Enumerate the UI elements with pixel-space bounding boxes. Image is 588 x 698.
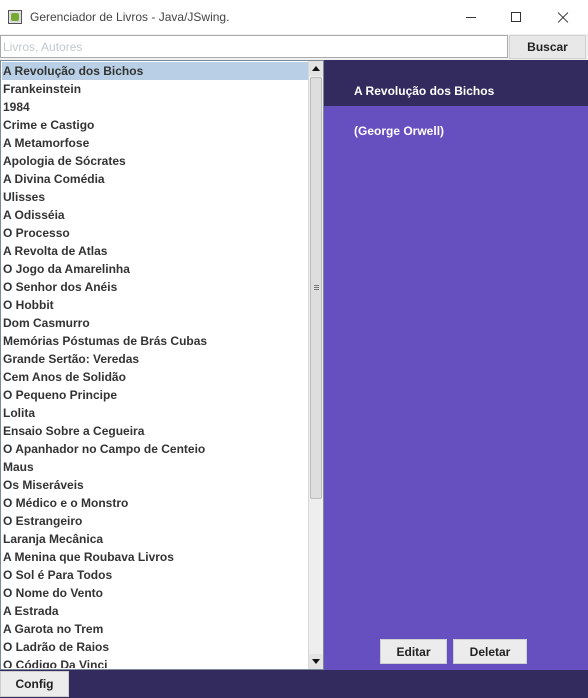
- list-item[interactable]: Apologia de Sócrates: [2, 152, 308, 170]
- list-item[interactable]: Os Miseráveis: [2, 476, 308, 494]
- list-item[interactable]: O Apanhador no Campo de Centeio: [2, 440, 308, 458]
- list-item[interactable]: A Metamorfose: [2, 134, 308, 152]
- config-button[interactable]: Config: [0, 671, 69, 697]
- list-item[interactable]: Grande Sertão: Veredas: [2, 350, 308, 368]
- book-title: A Revolução dos Bichos: [354, 84, 495, 98]
- search-input[interactable]: [0, 35, 508, 58]
- minimize-icon[interactable]: [448, 0, 494, 34]
- vertical-scrollbar[interactable]: [308, 61, 323, 669]
- window-title: Gerenciador de Livros - Java/JSwing.: [30, 10, 230, 24]
- list-item[interactable]: O Jogo da Amarelinha: [2, 260, 308, 278]
- list-item[interactable]: O Nome do Vento: [2, 584, 308, 602]
- title-bar: Gerenciador de Livros - Java/JSwing.: [0, 0, 588, 34]
- list-item[interactable]: Crime e Castigo: [2, 116, 308, 134]
- list-item[interactable]: O Médico e o Monstro: [2, 494, 308, 512]
- list-item[interactable]: A Odisséia: [2, 206, 308, 224]
- maximize-icon[interactable]: [494, 0, 540, 34]
- list-item[interactable]: Ensaio Sobre a Cegueira: [2, 422, 308, 440]
- search-button[interactable]: Buscar: [509, 35, 586, 59]
- list-item[interactable]: A Revolução dos Bichos: [2, 62, 308, 80]
- list-item[interactable]: A Estrada: [2, 602, 308, 620]
- list-item[interactable]: O Processo: [2, 224, 308, 242]
- list-item[interactable]: A Menina que Roubava Livros: [2, 548, 308, 566]
- list-item[interactable]: O Sol é Para Todos: [2, 566, 308, 584]
- list-item[interactable]: Lolita: [2, 404, 308, 422]
- close-icon[interactable]: [540, 0, 586, 34]
- list-item[interactable]: O Ladrão de Raios: [2, 638, 308, 656]
- list-item[interactable]: Memórias Póstumas de Brás Cubas: [2, 332, 308, 350]
- delete-button[interactable]: Deletar: [453, 639, 527, 664]
- java-cup-icon: [8, 10, 22, 24]
- list-item[interactable]: Cem Anos de Solidão: [2, 368, 308, 386]
- list-item[interactable]: A Garota no Trem: [2, 620, 308, 638]
- book-detail-panel: A Revolução dos Bichos (George Orwell) E…: [324, 60, 588, 670]
- bottom-bar: Config: [0, 670, 588, 698]
- list-item[interactable]: 1984: [2, 98, 308, 116]
- book-list-panel: A Revolução dos Bichos Frankeinstein 1984 C…: [0, 60, 324, 670]
- app-window: Gerenciador de Livros - Java/JSwing. Bus…: [0, 0, 588, 698]
- list-item[interactable]: Ulisses: [2, 188, 308, 206]
- list-item[interactable]: Frankeinstein: [2, 80, 308, 98]
- list-item[interactable]: A Revolta de Atlas: [2, 242, 308, 260]
- book-list[interactable]: A Revolução dos Bichos Frankeinstein 1984 C…: [2, 62, 308, 668]
- list-item[interactable]: Dom Casmurro: [2, 314, 308, 332]
- detail-header: A Revolução dos Bichos: [324, 60, 588, 106]
- list-item[interactable]: A Divina Comédia: [2, 170, 308, 188]
- list-item[interactable]: Maus: [2, 458, 308, 476]
- list-item[interactable]: O Estrangeiro: [2, 512, 308, 530]
- book-author: (George Orwell): [354, 124, 445, 138]
- list-item[interactable]: O Senhor dos Anéis: [2, 278, 308, 296]
- arrow-up-icon[interactable]: [309, 61, 323, 76]
- list-item[interactable]: O Hobbit: [2, 296, 308, 314]
- list-item[interactable]: O Pequeno Principe: [2, 386, 308, 404]
- list-item[interactable]: Laranja Mecânica: [2, 530, 308, 548]
- arrow-down-icon[interactable]: [309, 654, 323, 669]
- scroll-thumb[interactable]: [310, 77, 322, 499]
- edit-button[interactable]: Editar: [380, 639, 447, 664]
- list-item[interactable]: O Código Da Vinci: [2, 656, 308, 668]
